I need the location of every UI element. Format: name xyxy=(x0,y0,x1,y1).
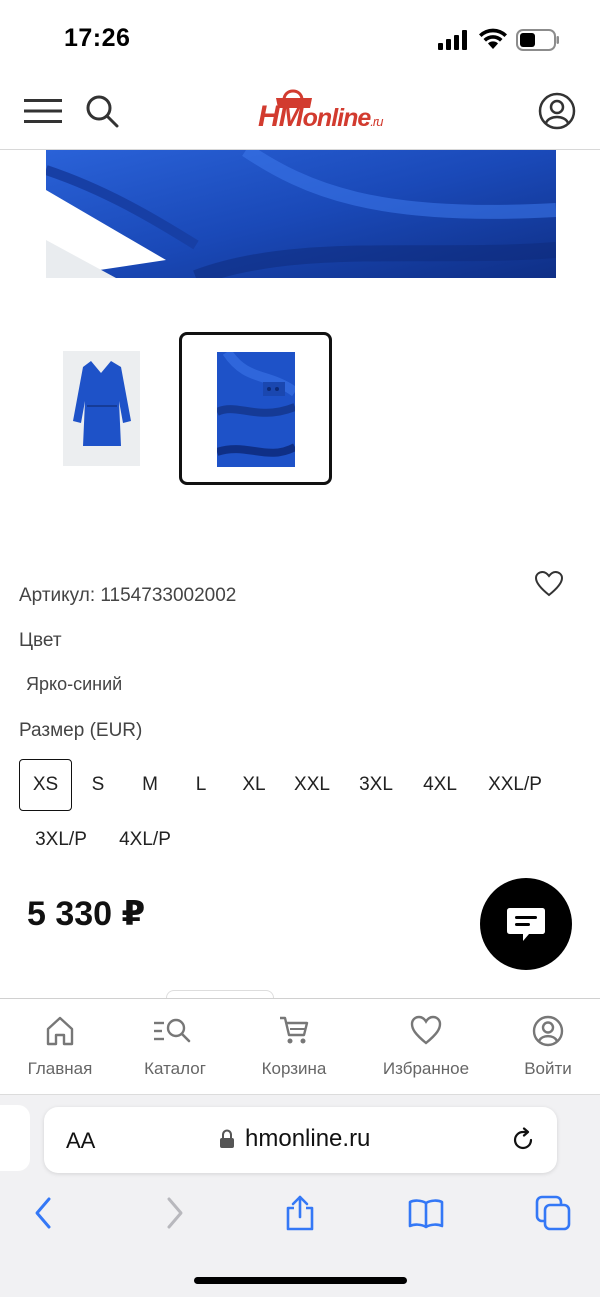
tabs-icon[interactable] xyxy=(535,1195,571,1231)
size-option-3xl[interactable]: 3XL xyxy=(352,759,400,811)
share-icon[interactable] xyxy=(282,1195,318,1231)
search-icon[interactable] xyxy=(84,93,120,129)
nav-label-home: Главная xyxy=(27,1059,93,1078)
dress-fabric-image xyxy=(46,150,556,278)
account-icon[interactable] xyxy=(538,92,576,130)
catalog-search-icon xyxy=(154,1018,191,1043)
chat-button[interactable] xyxy=(480,878,572,970)
logo-ru: .ru xyxy=(370,114,383,129)
cart-icon xyxy=(280,1016,309,1044)
site-logo[interactable]: HMonline.ru xyxy=(258,86,403,144)
size-option-3xl-p[interactable]: 3XL/P xyxy=(26,814,96,866)
product-thumbnail-1[interactable] xyxy=(63,351,140,466)
logo-wordmark: HMonline.ru xyxy=(258,100,383,134)
nav-item-home[interactable]: Главная xyxy=(14,999,106,1095)
nav-label-cart: Корзина xyxy=(261,1059,327,1078)
home-icon xyxy=(46,1016,74,1046)
chat-bubble-icon xyxy=(507,908,545,941)
nav-label-login: Войти xyxy=(524,1059,572,1078)
browser-chrome: AA hmonline.ru xyxy=(0,1094,600,1297)
site-header: HMonline.ru xyxy=(0,80,600,150)
product-thumbnail-2-selected[interactable] xyxy=(179,332,332,485)
heart-wishlist-icon[interactable] xyxy=(535,571,563,597)
article-number: Артикул: 1154733002002 xyxy=(19,585,237,606)
size-option-s[interactable]: S xyxy=(78,759,118,811)
battery-icon xyxy=(516,29,559,51)
nav-item-favorites[interactable]: Избранное xyxy=(370,999,482,1095)
text-size-button[interactable]: AA xyxy=(66,1128,95,1154)
back-icon[interactable] xyxy=(26,1195,62,1231)
forward-icon[interactable] xyxy=(156,1195,192,1231)
color-label: Цвет xyxy=(19,630,62,651)
nav-item-login[interactable]: Войти xyxy=(512,999,584,1095)
nav-label-favorites: Избранное xyxy=(382,1059,470,1078)
status-time: 17:26 xyxy=(64,24,131,52)
dress-front-thumbnail-image xyxy=(73,361,131,446)
product-main-image[interactable] xyxy=(46,150,556,278)
dress-detail-thumbnail-image xyxy=(217,352,295,467)
color-value: Ярко-синий xyxy=(26,674,123,694)
size-option-xs[interactable]: XS xyxy=(19,759,72,811)
size-option-4xl-p[interactable]: 4XL/P xyxy=(110,814,180,866)
size-option-xl[interactable]: XL xyxy=(232,759,276,811)
size-option-xxl-p[interactable]: XXL/P xyxy=(480,759,550,811)
home-indicator xyxy=(194,1277,407,1284)
logo-hm: HM xyxy=(258,100,304,133)
status-bar: 17:26 xyxy=(0,0,600,80)
size-label: Размер (EUR) xyxy=(19,720,143,741)
url-text: hmonline.ru xyxy=(245,1125,371,1152)
previous-tab-preview[interactable] xyxy=(0,1105,30,1171)
size-option-4xl[interactable]: 4XL xyxy=(414,759,466,811)
nav-item-catalog[interactable]: Каталог xyxy=(128,999,222,1095)
address-bar[interactable]: AA hmonline.ru xyxy=(44,1107,557,1173)
size-option-xxl[interactable]: XXL xyxy=(287,759,337,811)
nav-item-cart[interactable]: Корзина xyxy=(250,999,338,1095)
bottom-navigation: Главная Каталог Корзина Избранное Войти xyxy=(0,998,600,1094)
heart-icon xyxy=(410,1015,442,1045)
user-icon xyxy=(532,1015,564,1047)
size-option-l[interactable]: L xyxy=(181,759,221,811)
cellular-signal-icon xyxy=(438,30,467,50)
nav-label-catalog: Каталог xyxy=(144,1059,206,1078)
product-price: 5 330 ₽ xyxy=(27,895,146,933)
wifi-icon xyxy=(479,28,507,49)
lock-icon xyxy=(220,1129,234,1148)
logo-online: online xyxy=(302,104,372,132)
hamburger-menu-icon[interactable] xyxy=(24,96,62,126)
reload-icon[interactable] xyxy=(510,1127,536,1153)
size-option-m[interactable]: M xyxy=(130,759,170,811)
bookmarks-icon[interactable] xyxy=(408,1195,444,1231)
